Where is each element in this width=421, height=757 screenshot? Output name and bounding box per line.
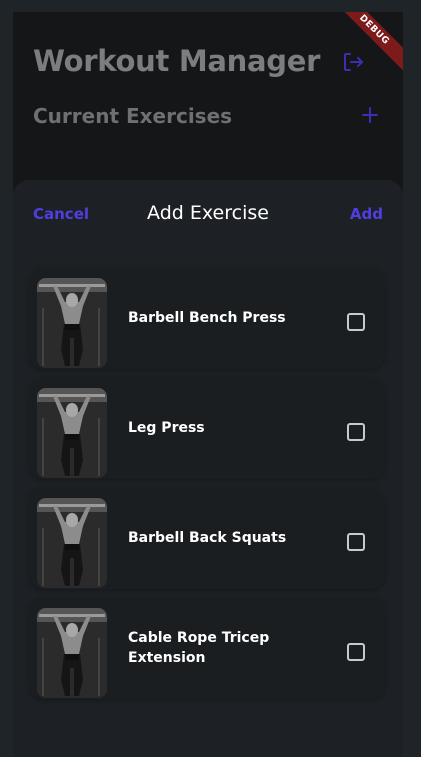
exercise-row[interactable]: Barbell Back Squats — [29, 487, 385, 589]
exercise-thumbnail — [37, 498, 107, 588]
exercise-name: Cable Rope Tricep Extension — [128, 630, 270, 666]
exercise-name: Barbell Back Squats — [128, 530, 287, 546]
page-title: Workout Manager — [33, 44, 321, 78]
app-screen: Workout Manager Current Exercises DEBUG … — [13, 12, 403, 757]
exercise-thumbnail — [37, 608, 107, 698]
logout-icon[interactable] — [341, 50, 365, 74]
add-button[interactable]: Add — [350, 205, 383, 223]
exercise-list: Barbell Bench Press Leg Press Barbell Ba… — [29, 267, 385, 707]
exercise-thumbnail — [37, 278, 107, 368]
plus-icon[interactable] — [361, 106, 379, 124]
exercise-row[interactable]: Leg Press — [29, 377, 385, 479]
exercise-checkbox[interactable] — [347, 533, 365, 551]
exercise-name: Barbell Bench Press — [128, 310, 286, 326]
exercise-name: Leg Press — [128, 420, 205, 436]
sheet-title: Add Exercise — [147, 202, 269, 224]
exercise-row[interactable]: Cable Rope Tricep Extension — [29, 597, 385, 699]
exercise-thumbnail — [37, 388, 107, 478]
exercise-checkbox[interactable] — [347, 643, 365, 661]
exercise-checkbox[interactable] — [347, 423, 365, 441]
exercise-checkbox[interactable] — [347, 313, 365, 331]
add-exercise-sheet: Cancel Add Exercise Add Barbell Bench Pr… — [13, 180, 403, 757]
exercise-row[interactable]: Barbell Bench Press — [29, 267, 385, 369]
section-title: Current Exercises — [33, 104, 233, 128]
